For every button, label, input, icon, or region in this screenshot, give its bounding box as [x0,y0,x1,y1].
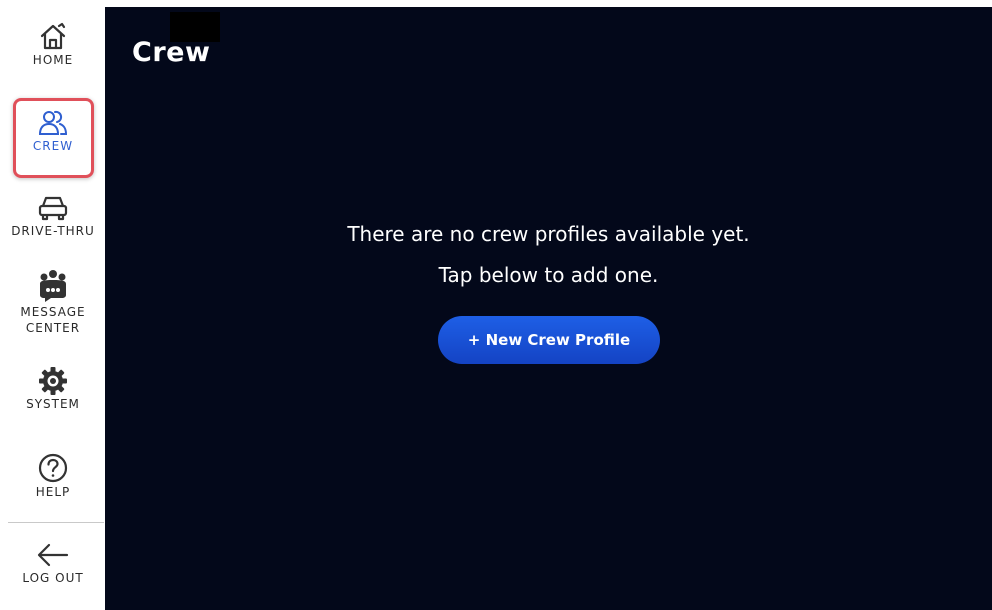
sidebar-item-drive-thru[interactable]: DRIVE-THRU [6,193,100,239]
users-icon [36,108,70,138]
sidebar-item-crew[interactable]: CREW [6,108,100,154]
main-panel: Crew There are no crew profiles availabl… [105,7,992,610]
sidebar-item-help[interactable]: HELP [6,452,100,500]
sidebar-item-home[interactable]: HOME [6,22,100,68]
car-icon [36,193,70,223]
sidebar-item-label: HOME [32,53,74,67]
sidebar-item-label: HELP [35,485,71,499]
sidebar-divider [8,522,104,523]
sidebar-item-logout[interactable]: LOG OUT [6,540,100,586]
message-center-icon [36,268,70,304]
sidebar-item-label: DRIVE-THRU [11,224,95,238]
sidebar-item-label: SYSTEM [26,397,80,411]
home-icon [36,22,70,52]
app: HOME CREW DRIVE-THRU MESSAGE CENTER SYST… [0,0,992,610]
help-icon [36,452,70,484]
sidebar-item-label: MESSAGE CENTER [20,305,86,335]
empty-state-hint: Tap below to add one. [438,263,659,287]
sidebar-item-label: LOG OUT [22,571,84,585]
new-crew-profile-button[interactable]: + New Crew Profile [438,316,660,364]
sidebar-item-message-center[interactable]: MESSAGE CENTER [6,268,100,336]
sidebar-item-system[interactable]: SYSTEM [6,366,100,412]
sidebar-item-label: CREW [32,139,74,153]
page-title: Crew [132,37,211,68]
arrow-left-icon [36,540,70,570]
sidebar: HOME CREW DRIVE-THRU MESSAGE CENTER SYST… [0,0,105,610]
empty-state-message: There are no crew profiles available yet… [347,222,750,246]
gear-icon [36,366,70,396]
